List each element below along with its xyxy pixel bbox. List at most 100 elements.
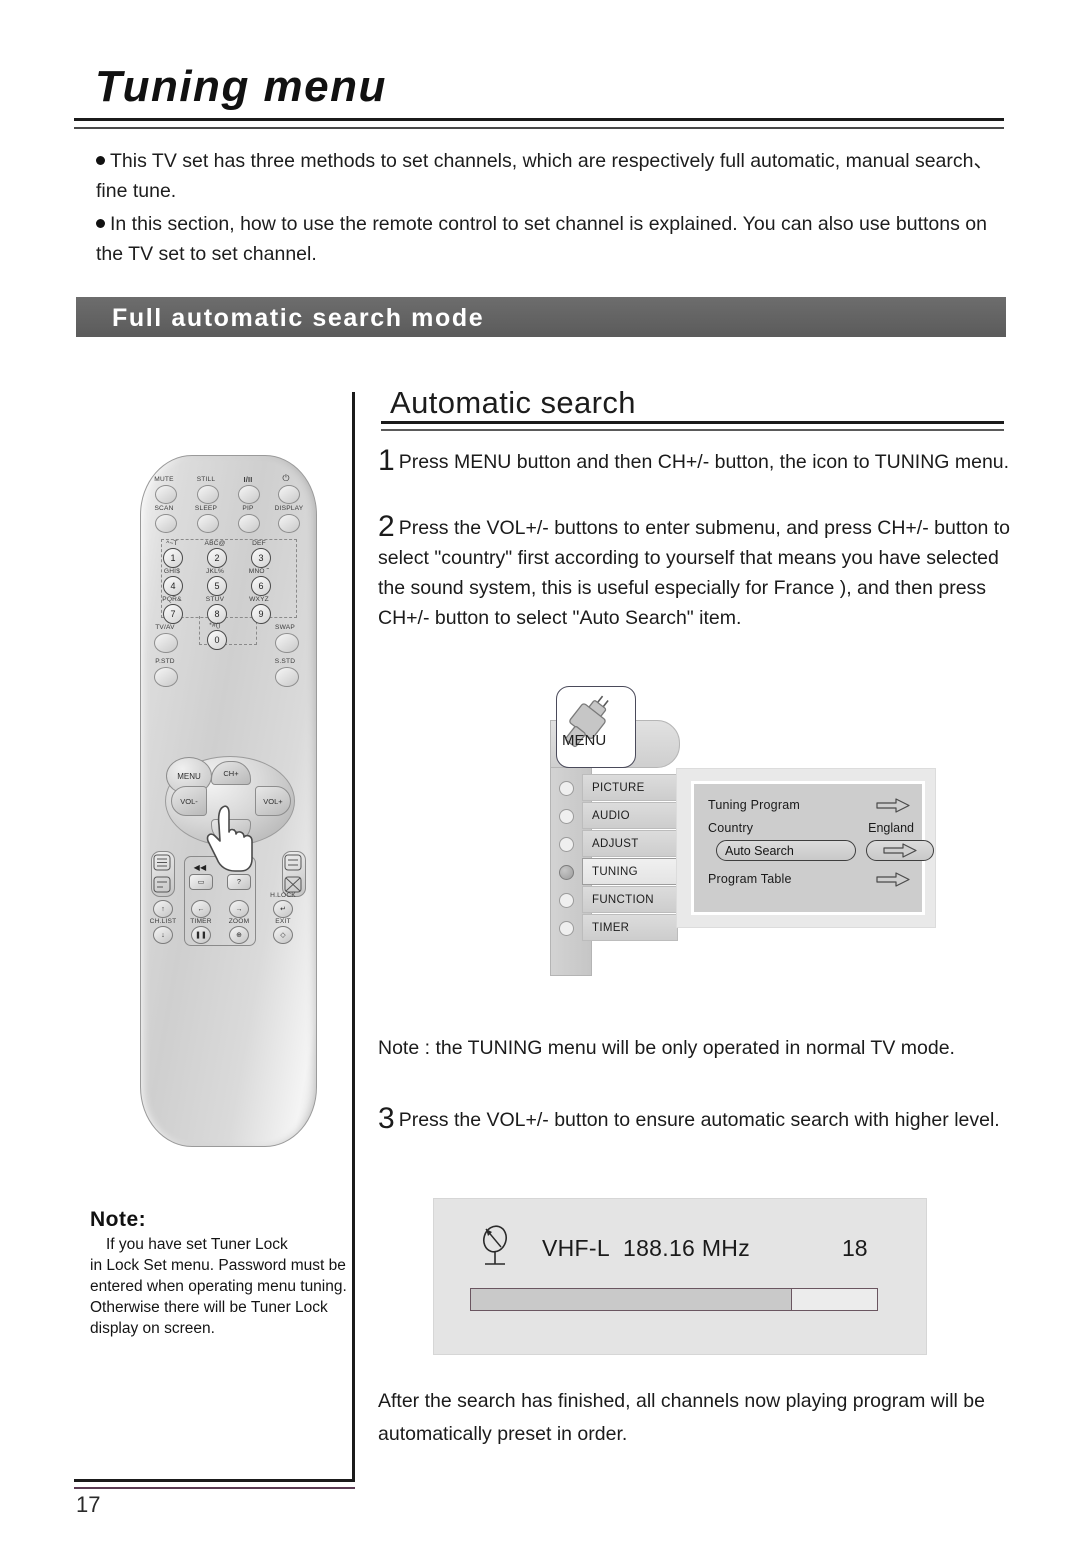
step-3-text: Press the VOL+/- button to ensure automa… — [398, 1109, 1000, 1131]
remote-label-i-ii: I/II — [243, 475, 253, 484]
osd-submenu-row-auto-search[interactable]: Auto Search — [708, 840, 934, 864]
remote-button-hold[interactable]: ⊕ — [229, 926, 249, 944]
remote-keypad-sub-3: DEF — [252, 540, 266, 547]
power-icon: ⏻ — [282, 473, 290, 483]
osd-menu-item-tuning-label: TUNING — [592, 865, 638, 878]
remote-label-tvav: TV/AV — [155, 624, 175, 631]
remote-key-2[interactable]: 2 — [207, 548, 227, 568]
remote-button-sleep[interactable] — [197, 514, 219, 533]
osd-radio-timer — [559, 921, 574, 936]
remote-button-still[interactable] — [197, 485, 219, 504]
osd-submenu-panel: Tuning Program Country England Auto Sear… — [676, 768, 936, 928]
remote-key-0[interactable]: 0 — [207, 630, 227, 650]
remote-label-timer: TIMER — [190, 918, 212, 925]
remote-button-sstd[interactable] — [275, 667, 299, 687]
remote-key-2-digit: 2 — [214, 553, 220, 563]
osd-menu-item-audio[interactable]: AUDIO — [559, 802, 678, 829]
remote-key-1[interactable]: 1 — [163, 548, 183, 568]
remote-key-3[interactable]: 3 — [251, 548, 271, 568]
remote-button-pstd[interactable] — [154, 667, 178, 687]
page-title: Tuning menu — [95, 62, 387, 111]
osd-menu-item-function[interactable]: FUNCTION — [559, 886, 678, 913]
subsection-heading: Automatic search — [390, 385, 636, 420]
note-box-title: Note: — [90, 1208, 147, 1231]
column-divider-horizontal — [74, 1479, 355, 1489]
pointing-hand-cursor — [206, 805, 253, 872]
osd-menu-item-adjust[interactable]: ADJUST — [559, 830, 678, 857]
page-number: 17 — [76, 1492, 101, 1517]
remote-button-ch-up[interactable]: CH+ — [211, 761, 251, 785]
osd-submenu-label-program-table: Program Table — [708, 872, 792, 886]
remote-key-9[interactable]: 9 — [251, 604, 271, 624]
step-2-number: 2 — [378, 510, 395, 543]
section-heading-bar: Full automatic search mode — [76, 297, 1006, 337]
osd-menu-item-picture[interactable]: PICTURE — [559, 774, 678, 801]
remote-button-vol-down[interactable]: VOL- — [171, 786, 207, 816]
remote-button-swap[interactable] — [275, 633, 299, 653]
tv-remote-control: MUTE STILL I/II ⏻ SCAN SLEEP PIP DISPLAY… — [140, 455, 317, 1147]
step-3-number: 3 — [378, 1102, 395, 1135]
satellite-dish-icon — [482, 1225, 508, 1265]
remote-key-5-digit: 5 — [214, 581, 220, 591]
search-progress-osd: VHF-L 188.16 MHz 18 — [433, 1198, 927, 1355]
remote-button-left-arrow[interactable]: ← — [191, 900, 211, 918]
remote-keypad-sub-4: GHI$ — [163, 568, 181, 575]
osd-radio-picture — [559, 781, 574, 796]
intro-bullets: This TV set has three methods to set cha… — [96, 146, 1014, 272]
remote-button-chlist-up[interactable]: ↑ — [153, 900, 173, 918]
osd-radio-audio — [559, 809, 574, 824]
remote-button-i-ii[interactable] — [238, 485, 260, 504]
remote-button-reveal[interactable]: ? — [227, 874, 251, 890]
osd-menu-tab-label: MENU — [562, 732, 607, 749]
remote-key-1-digit: 1 — [170, 553, 176, 563]
arrow-right-icon — [876, 872, 910, 887]
osd-submenu-value-country: England — [868, 821, 914, 835]
remote-key-8[interactable]: 8 — [207, 604, 227, 624]
remote-button-pause[interactable]: ❚❚ — [191, 926, 211, 944]
osd-submenu-label-country: Country — [708, 821, 754, 835]
osd-menu-item-audio-label: AUDIO — [592, 809, 630, 822]
remote-button-mute[interactable] — [155, 485, 177, 504]
remote-key-7[interactable]: 7 — [163, 604, 183, 624]
remote-button-power[interactable] — [278, 485, 300, 504]
remote-label-sleep: SLEEP — [194, 505, 218, 512]
search-band-label: VHF-L — [542, 1235, 610, 1261]
search-channel-number: 18 — [842, 1235, 868, 1261]
osd-menu-diagram: MENU PICTURE AUDIO ADJUST TUNING FUNCTIO… — [548, 686, 946, 976]
remote-button-scan[interactable] — [155, 514, 177, 533]
remote-button-subtitle[interactable]: ▭ — [189, 874, 213, 890]
remote-button-chlist-down[interactable]: ↓ — [153, 926, 173, 944]
teletext-cancel-icon — [284, 876, 302, 893]
remote-keypad-sub-6: MNO ˜ — [248, 568, 270, 575]
subsection-underline — [381, 421, 1004, 431]
osd-submenu-row-tuning-program[interactable]: Tuning Program — [708, 794, 914, 816]
remote-button-exit[interactable]: ◇ — [273, 926, 293, 944]
remote-label-still: STILL — [196, 476, 216, 483]
osd-submenu-row-program-table[interactable]: Program Table — [708, 868, 914, 890]
remote-key-6[interactable]: 6 — [251, 576, 271, 596]
remote-keypad-sub-8: STUV — [205, 596, 225, 603]
teletext-mix-icon — [153, 876, 171, 893]
remote-key-5[interactable]: 5 — [207, 576, 227, 596]
osd-menu-item-tuning[interactable]: TUNING — [559, 858, 678, 885]
osd-menu-item-timer[interactable]: TIMER — [559, 914, 678, 941]
remote-button-vol-up[interactable]: VOL+ — [255, 786, 291, 816]
remote-key-6-digit: 6 — [258, 581, 264, 591]
remote-button-tvav[interactable] — [154, 633, 178, 653]
remote-button-display[interactable] — [278, 514, 300, 533]
title-underline — [74, 118, 1004, 129]
remote-keypad-sub-9: WXYZ — [249, 596, 269, 603]
remote-key-4[interactable]: 4 — [163, 576, 183, 596]
osd-submenu-row-country[interactable]: Country England — [708, 817, 914, 839]
remote-button-hlock[interactable]: ↵ — [273, 900, 293, 918]
section-heading-text: Full automatic search mode — [112, 304, 485, 332]
remote-label-zoom: ZOOM — [228, 918, 250, 925]
remote-button-vol-down-label: VOL- — [180, 796, 198, 806]
remote-button-right-arrow[interactable]: → — [229, 900, 249, 918]
osd-submenu-control-auto-search[interactable] — [866, 840, 934, 861]
note-box-body-line1: If you have set Tuner Lock — [106, 1236, 288, 1253]
remote-label-hlock: H.LOCK — [270, 892, 296, 899]
step-2-text: Press the VOL+/- buttons to enter submen… — [378, 517, 1011, 629]
remote-button-menu-label: MENU — [177, 771, 201, 781]
remote-button-pip[interactable] — [238, 514, 260, 533]
